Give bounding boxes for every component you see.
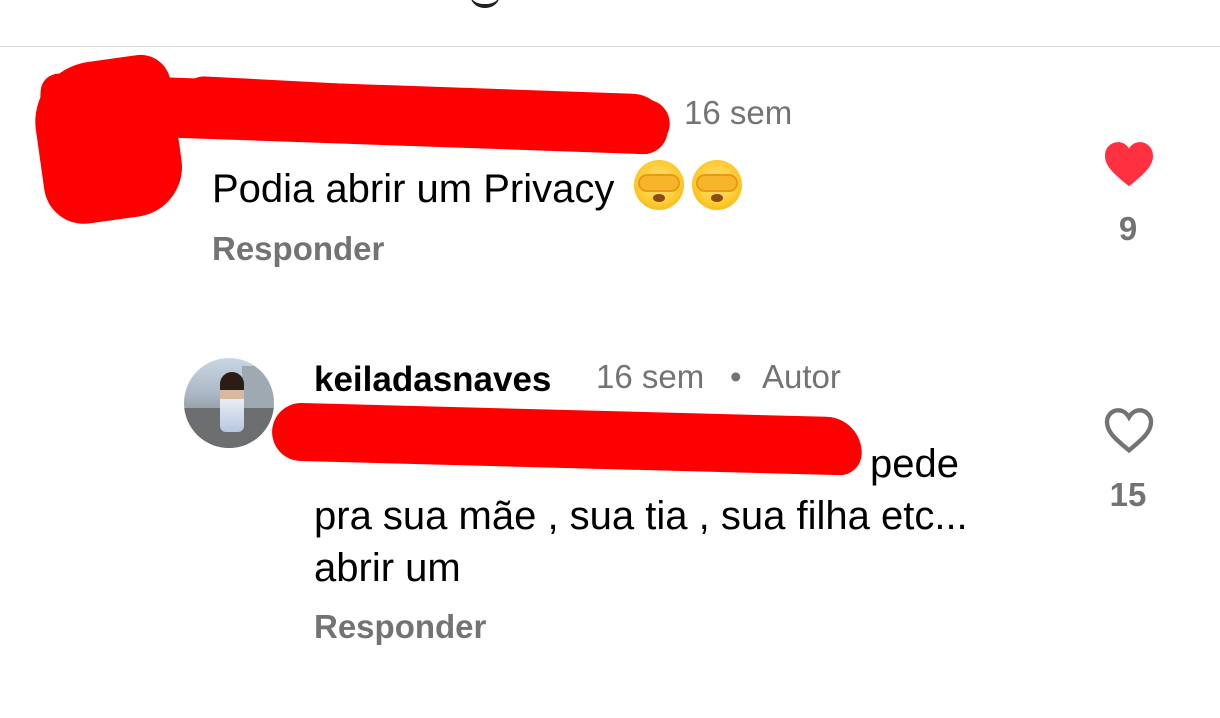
like-count: 9	[1118, 210, 1138, 247]
reply-button[interactable]: Responder	[212, 230, 384, 268]
face-with-hand-over-eyes-icon	[691, 160, 742, 210]
reply-button[interactable]: Responder	[314, 608, 486, 646]
heart-filled-icon[interactable]	[1102, 140, 1156, 188]
meta-separator: •	[730, 358, 742, 395]
comment-username[interactable]: keiladasnaves	[314, 360, 551, 400]
comment-timestamp: 16 sem	[596, 358, 705, 395]
top-header	[0, 0, 1220, 47]
author-badge: Autor	[762, 358, 841, 395]
face-with-hand-over-eyes-icon	[633, 160, 684, 210]
avatar[interactable]	[184, 358, 274, 448]
heart-outline-icon[interactable]	[1102, 406, 1156, 454]
comment-timestamp: 16 sem	[684, 94, 793, 131]
header-text-fragment	[470, 0, 500, 8]
comment-text: Podia abrir um Privacy	[212, 160, 742, 212]
comment-text-content: Podia abrir um Privacy	[212, 167, 615, 211]
like-count: 15	[1109, 476, 1147, 513]
